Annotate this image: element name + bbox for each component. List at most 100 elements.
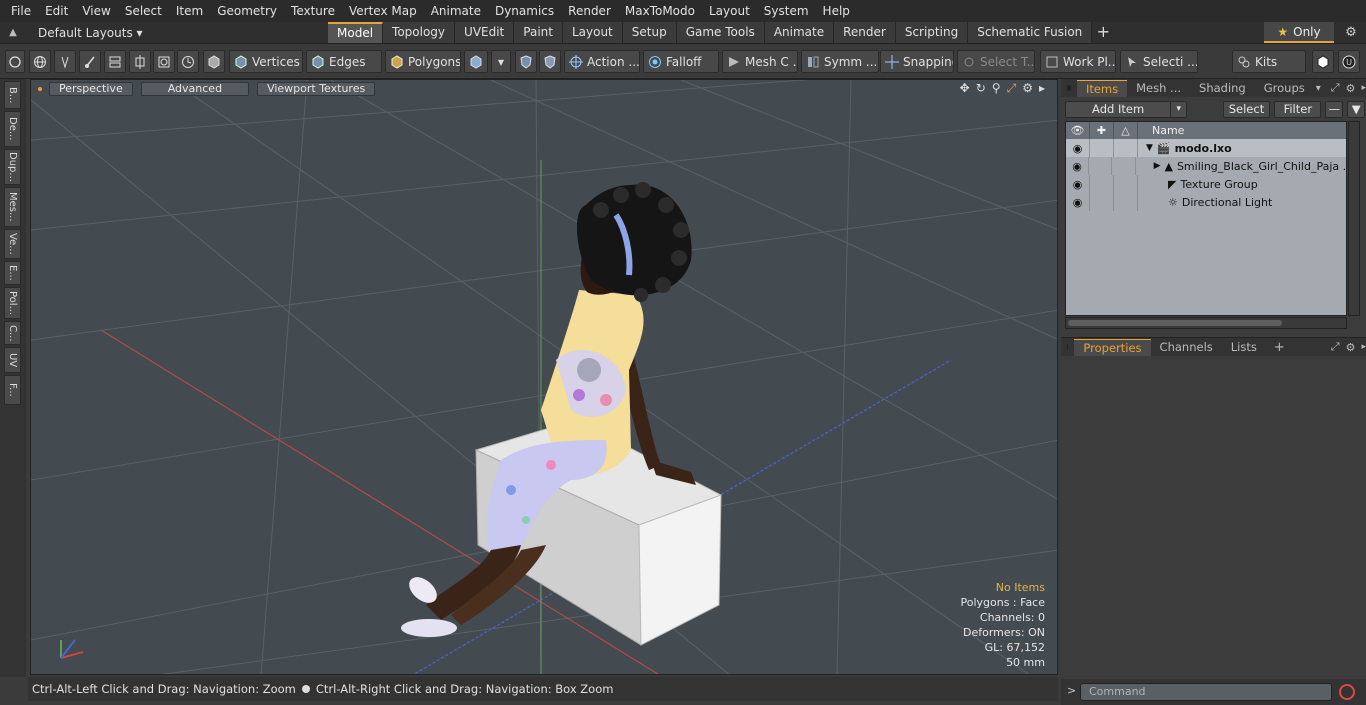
work-plane-button[interactable]: Work Pl... [1040,50,1116,73]
item-mode-icon[interactable] [203,50,225,73]
polygons-button[interactable]: Polygons [385,50,461,73]
frame-icon[interactable] [153,50,175,73]
tab-setup[interactable]: Setup [622,22,677,43]
items-horizontal-scrollbar[interactable] [1065,317,1347,329]
props-menu-dot[interactable] [1067,344,1069,350]
viewport-settings-icon[interactable]: ⚙ [1022,81,1033,96]
pan-icon[interactable]: ✥ [960,81,970,96]
edges-button[interactable]: Edges [306,50,382,73]
command-input[interactable]: Command [1080,683,1332,701]
expand-arrow-icon[interactable]: ▶ [1154,161,1161,171]
shading-dropdown[interactable]: Advanced [140,82,250,96]
item-row-scene[interactable]: ◉ ▼ 🎬 modo.lxo [1066,139,1346,157]
only-toggle[interactable]: ★ Only [1264,22,1334,43]
rotate-icon[interactable]: ↻ [976,81,986,96]
panel-settings-icon[interactable]: ⚙ [1346,82,1356,95]
menu-item[interactable]: Item [169,0,210,22]
expand-arrow-icon[interactable]: ▸ [1039,81,1045,96]
tab-items[interactable]: Items [1076,79,1128,97]
tab-game-tools[interactable]: Game Tools [676,22,765,43]
snapping-button[interactable]: Snapping [880,50,954,73]
add-props-tab-icon[interactable]: + [1274,340,1285,355]
menu-dynamics[interactable]: Dynamics [488,0,561,22]
material-mode-icon[interactable] [464,50,488,73]
globe-icon[interactable] [29,50,51,73]
tab-groups[interactable]: Groups [1255,80,1314,97]
props-settings-icon[interactable]: ⚙ [1346,341,1356,354]
viewport-textures-dropdown[interactable]: Viewport Textures [257,82,376,96]
3d-viewport[interactable]: Perspective Advanced Viewport Textures ✥… [30,79,1058,675]
mode-dropdown-icon[interactable]: ▾ [491,50,511,73]
items-vertical-scrollbar[interactable] [1348,121,1360,316]
add-item-button[interactable]: Add Item ▾ [1065,101,1188,118]
panel-arrow-icon[interactable]: ▸ [1361,83,1366,93]
left-tab-mesh-edit[interactable]: Mes... [4,187,21,227]
eye-icon[interactable]: ◉ [1066,175,1090,193]
menu-render[interactable]: Render [561,0,618,22]
symmetry-shield-icon[interactable] [515,50,537,73]
tab-shading[interactable]: Shading [1190,80,1255,97]
selection-sets-button[interactable]: Selecti ... [1120,50,1198,73]
menu-system[interactable]: System [757,0,816,22]
left-tab-edge[interactable]: E... [4,261,21,285]
select-through-button[interactable]: Select T... [957,50,1035,73]
menu-vertex-map[interactable]: Vertex Map [342,0,424,22]
left-tab-duplicate[interactable]: Dup... [4,149,21,185]
lock-column-icon[interactable]: ✚ [1090,122,1114,139]
name-column-header[interactable]: Name [1138,124,1184,137]
menu-edit[interactable]: Edit [38,0,75,22]
panel-menu-dot[interactable] [1067,85,1071,91]
tab-channels[interactable]: Channels [1151,339,1222,356]
item-row-texture-group[interactable]: ◉ ◤ Texture Group [1066,175,1346,193]
menu-geometry[interactable]: Geometry [210,0,284,22]
left-tab-fusion[interactable]: F... [4,375,21,405]
gear-icon[interactable]: ⚙ [1338,22,1364,43]
menu-texture[interactable]: Texture [284,0,342,22]
tab-properties[interactable]: Properties [1074,338,1151,356]
tab-paint[interactable]: Paint [514,22,563,43]
kits-button[interactable]: Kits [1232,50,1306,73]
visibility-column-eye-icon[interactable]: 👁 [1066,122,1090,139]
props-arrow-icon[interactable]: ▸ [1361,342,1366,352]
tab-topology[interactable]: Topology [383,22,456,43]
tab-animate[interactable]: Animate [764,22,835,43]
clock-icon[interactable] [177,50,199,73]
menu-select[interactable]: Select [118,0,169,22]
tab-mesh[interactable]: Mesh ... [1127,80,1190,97]
collapse-arrow-icon[interactable]: ▼ [1146,143,1153,153]
tab-schematic-fusion[interactable]: Schematic Fusion [968,22,1093,43]
props-expand-icon[interactable]: ⤢ [1331,340,1340,354]
layout-toggle-icon[interactable]: ▲ [0,22,26,43]
render-column-icon[interactable]: △ [1114,122,1138,139]
add-tab-icon[interactable]: + [1092,22,1114,43]
mesh-constraint-button[interactable]: Mesh C ... [722,50,798,73]
brush-icon[interactable] [79,50,101,73]
align-icon[interactable] [104,50,126,73]
tab-uvedit[interactable]: UVEdit [455,22,515,43]
menu-help[interactable]: Help [816,0,857,22]
pen-icon[interactable] [54,50,76,73]
left-tab-uv[interactable]: UV [4,347,21,373]
panel-tabs-dropdown-icon[interactable]: ▾ [1316,83,1321,94]
menu-file[interactable]: File [4,0,38,22]
eye-icon[interactable]: ◉ [1066,139,1090,157]
item-row-light[interactable]: ◉ ☼ Directional Light [1066,193,1346,211]
eye-icon[interactable]: ◉ [1066,157,1090,175]
falloff-button[interactable]: Falloff [643,50,719,73]
perspective-dropdown[interactable]: Perspective [49,82,133,96]
symmetry-button[interactable]: Symm ... [801,50,879,73]
left-tab-vertex[interactable]: Ve... [4,229,21,259]
tab-layout[interactable]: Layout [562,22,623,43]
tab-scripting[interactable]: Scripting [895,22,969,43]
left-tab-deform[interactable]: De... [4,111,21,147]
left-tab-basic[interactable]: B... [4,81,21,109]
circle-select-icon[interactable] [5,50,25,73]
collapse-icon[interactable]: — [1325,101,1344,118]
filter-funnel-icon[interactable]: ▼ [1347,101,1365,118]
item-row-mesh[interactable]: ◉ ▶ ▲ Smiling_Black_Girl_Child_Paja ... [1066,157,1346,175]
action-center-button[interactable]: Action ... [564,50,640,73]
maximize-icon[interactable]: ⤢ [1007,81,1017,96]
eye-icon[interactable]: ◉ [1066,193,1090,211]
filter-button[interactable]: Filter [1274,101,1322,118]
tab-render[interactable]: Render [834,22,896,43]
